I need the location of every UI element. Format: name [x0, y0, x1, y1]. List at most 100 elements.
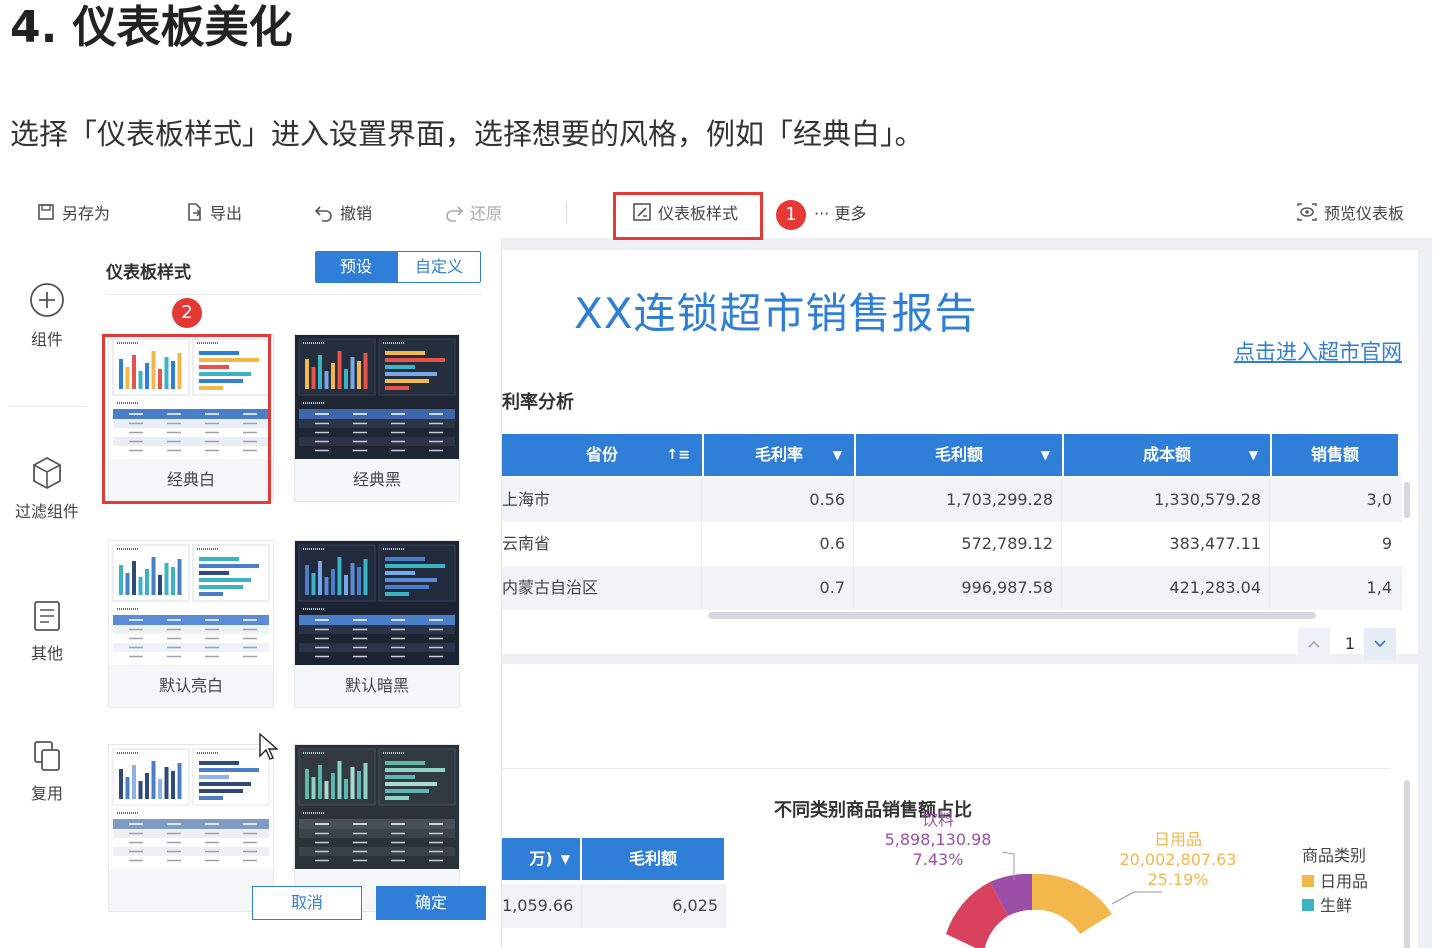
pie-label-percent: 7.43% — [912, 850, 964, 869]
pie-leader-line — [1111, 891, 1162, 905]
thumbnail-hbar — [385, 578, 437, 582]
export-label: 导出 — [210, 204, 243, 223]
document-icon — [34, 601, 60, 631]
cell-province: 上海市 — [502, 478, 702, 522]
report-title: XX连锁超市销售报告 — [574, 289, 978, 338]
thumbnail-bar — [331, 569, 335, 595]
table-scrollbar-vertical[interactable] — [1404, 482, 1410, 518]
sidebar-item-components[interactable]: 组件 — [8, 282, 86, 350]
cell-cost: 1,330,579.28 — [1062, 478, 1270, 522]
legend-title: 商品类别 — [1302, 846, 1367, 865]
column-header-margin[interactable]: 毛利额 ▼ — [856, 434, 1062, 476]
sidebar-item-other[interactable]: 其他 — [8, 600, 86, 664]
preset-card-default-dark[interactable]: 默认暗黑 — [294, 540, 460, 708]
highlight-box-preset — [102, 334, 271, 504]
pie-label-drinks: 饮料 5,898,130.98 7.43% — [878, 810, 998, 870]
pie-label-name: 饮料 — [921, 810, 954, 829]
preset-card-5[interactable] — [108, 744, 274, 912]
save-as-button[interactable]: 另存为 — [36, 200, 110, 224]
thumbnail-hbar — [199, 592, 223, 596]
confirm-button[interactable]: 确定 — [376, 886, 486, 920]
page-prev-button[interactable] — [1298, 628, 1330, 660]
panel-divider — [106, 294, 482, 295]
sidebar-divider — [8, 406, 86, 407]
thumbnail-bar — [363, 559, 368, 595]
undo-label: 撤销 — [340, 204, 373, 223]
table-row[interactable]: 云南省 0.6 572,789.12 383,477.11 9 — [502, 522, 1402, 566]
legend-item-fresh[interactable]: 生鲜 — [1302, 892, 1352, 916]
card-divider — [502, 768, 1390, 769]
thumbnail-bar — [311, 777, 316, 799]
legend-label: 生鲜 — [1320, 896, 1353, 915]
thumbnail-hbar — [199, 796, 223, 800]
thumbnail-hbar — [385, 557, 425, 561]
preset-card-classic-black[interactable]: 经典黑 — [294, 334, 460, 502]
preset-label: 经典黑 — [352, 470, 401, 489]
preset-thumbnail — [295, 335, 459, 459]
thumbnail-hbar — [199, 768, 259, 772]
sidebar-label-components: 组件 — [30, 330, 63, 349]
thumbnail-hbar — [199, 789, 243, 793]
sidebar-item-reuse[interactable]: 复用 — [8, 740, 86, 804]
thumbnail-bar — [363, 763, 368, 799]
mini-table-header-1[interactable]: 万) ▼ — [502, 838, 580, 880]
thumbnail-bar — [318, 765, 322, 799]
column-header-label: 销售额 — [1310, 445, 1359, 464]
thumbnail-hbar — [385, 768, 445, 772]
preset-thumbnail — [109, 745, 273, 869]
redo-label: 还原 — [470, 204, 503, 223]
thumbnail-bar — [331, 363, 335, 389]
column-header-province[interactable]: 省份 ↑≡ — [502, 434, 702, 476]
more-button[interactable]: ··· 更多 — [814, 200, 866, 224]
cancel-button[interactable]: 取消 — [252, 886, 362, 920]
table-row[interactable]: 内蒙古自治区 0.7 996,987.58 421,283.04 1,4 — [502, 566, 1402, 610]
undo-icon — [314, 206, 332, 222]
pie-slice-daily-goods[interactable] — [1032, 873, 1112, 934]
pie-label-percent: 25.19% — [1147, 870, 1209, 889]
preset-label: 默认亮白 — [158, 676, 223, 695]
tab-custom[interactable]: 自定义 — [397, 251, 481, 283]
column-header-sales[interactable]: 销售额 — [1272, 434, 1398, 476]
column-header-cost[interactable]: 成本额 ▼ — [1064, 434, 1270, 476]
redo-button[interactable]: 还原 — [444, 200, 502, 224]
export-button[interactable]: 导出 — [184, 200, 242, 224]
chart-scrollbar[interactable] — [1404, 780, 1410, 948]
more-label: ··· 更多 — [814, 204, 867, 223]
copy-icon — [34, 741, 60, 771]
column-header-label: 省份 — [585, 445, 618, 464]
thumbnail-hbar — [385, 585, 429, 589]
thumbnail-bar — [171, 567, 175, 595]
preview-icon — [1297, 203, 1317, 221]
sidebar-item-filters[interactable]: 过滤组件 — [8, 456, 86, 522]
thumbnail-hbar — [385, 571, 415, 575]
preset-label: 默认暗黑 — [344, 676, 409, 695]
cell-sales: 3,0 — [1366, 490, 1392, 509]
preview-button[interactable]: 预览仪表板 — [1296, 200, 1404, 224]
thumbnail-bar — [324, 577, 329, 595]
cell-cost: 383,477.11 — [1062, 522, 1270, 566]
pie-label-name: 日用品 — [1153, 830, 1202, 849]
thumbnail-hbar — [199, 761, 239, 765]
cell-margin-rate: 0.56 — [702, 478, 854, 522]
table-row[interactable]: 1,059.66 6,025 — [502, 884, 726, 928]
table-row[interactable]: 上海市 0.56 1,703,299.28 1,330,579.28 3,0 — [502, 478, 1402, 522]
article-heading: 4. 仪表板美化 — [10, 2, 293, 53]
preset-card-default-light[interactable]: 默认亮白 — [108, 540, 274, 708]
mini-table-header-2[interactable]: 毛利额 — [582, 838, 724, 880]
filter-dropdown-icon: ▼ — [1040, 448, 1050, 462]
undo-button[interactable]: 撤销 — [314, 200, 372, 224]
pie-chart-card: 不同类别商品销售额占比 万) ▼ 毛利额 1,059.66 6,025 饮料 5… — [502, 664, 1418, 948]
table-scrollbar-horizontal[interactable] — [708, 612, 1316, 619]
column-header-margin-rate[interactable]: 毛利率 ▼ — [704, 434, 854, 476]
legend-item-daily-goods[interactable]: 日用品 — [1302, 868, 1368, 892]
tab-preset[interactable]: 预设 — [315, 251, 397, 283]
legend-label: 日用品 — [1320, 872, 1369, 891]
official-site-link[interactable]: 点击进入超市官网 — [1234, 336, 1402, 366]
thumbnail-hbar — [385, 351, 425, 355]
legend-swatch — [1302, 899, 1314, 911]
cell-margin: 996,987.58 — [854, 566, 1062, 610]
thumbnail-hbar — [385, 379, 429, 383]
toolbar-divider — [566, 202, 567, 224]
thumbnail-graphic — [295, 335, 459, 459]
page-next-button[interactable] — [1364, 628, 1396, 660]
